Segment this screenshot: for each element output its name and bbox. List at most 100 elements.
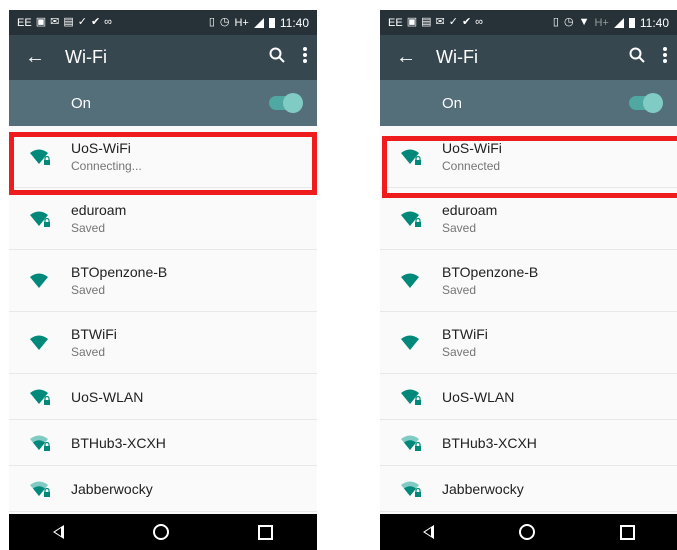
network-ssid: Jabberwocky <box>442 480 524 497</box>
nav-home-icon[interactable] <box>152 524 169 540</box>
network-row[interactable]: eduroam Saved <box>9 188 317 250</box>
page-title: Wi-Fi <box>436 47 478 67</box>
network-row[interactable]: BTWiFi Saved <box>380 312 677 374</box>
network-row[interactable]: BTHub3-XCXH <box>9 420 317 466</box>
wifi-locked-icon <box>380 388 442 406</box>
message-icon: ▣ <box>406 16 418 28</box>
alarm-icon: ◷ <box>563 16 574 28</box>
vibrate-icon: ▯ <box>208 16 215 28</box>
check-icon: ✓ <box>448 16 458 28</box>
network-row[interactable]: UoS-WiFi Connected <box>380 126 677 188</box>
nav-home-icon[interactable] <box>518 524 535 540</box>
network-ssid: eduroam <box>71 202 127 218</box>
wifi-icon <box>380 334 442 352</box>
more-options-icon[interactable] <box>303 47 307 68</box>
network-row[interactable]: BTOpenzone-B Saved <box>380 250 677 312</box>
network-ssid: BTHub3-XCXH <box>442 434 537 451</box>
phone-screenshot-connected: EE ▣ ▤ ✉ ✓ ✔ ∞ ▯ ◷ ▼ H+ 11:40 ← Wi-Fi On… <box>380 10 677 550</box>
voicemail-icon: ∞ <box>475 16 483 28</box>
network-ssid: BTOpenzone-B <box>442 264 539 280</box>
wifi-locked-icon <box>9 434 71 452</box>
wifi-switch-label: On <box>442 94 463 112</box>
wifi-locked-icon <box>9 480 71 498</box>
nav-recents-icon[interactable] <box>619 524 635 540</box>
wifi-locked-icon <box>380 434 442 452</box>
network-status: Connecting... <box>71 159 142 173</box>
network-row[interactable]: UoS-WLAN <box>380 374 677 420</box>
network-row[interactable]: Jabberwocky <box>380 466 677 512</box>
clock: 11:40 <box>639 15 669 30</box>
network-status: Saved <box>442 283 477 297</box>
network-row[interactable]: BTHub3-XCXH <box>380 420 677 466</box>
search-icon[interactable] <box>629 47 645 68</box>
network-ssid: BTOpenzone-B <box>71 264 168 280</box>
check-icon: ✓ <box>77 16 87 28</box>
network-row[interactable]: UoS-WLAN <box>9 374 317 420</box>
email-icon: ✉ <box>435 16 445 28</box>
wifi-locked-icon <box>9 388 71 406</box>
network-row[interactable]: Jabberwocky <box>9 466 317 512</box>
clock: 11:40 <box>279 15 309 30</box>
network-ssid: Jabberwocky <box>71 480 153 497</box>
network-row[interactable]: BTOpenzone-B Saved <box>9 250 317 312</box>
wifi-toggle[interactable] <box>629 93 663 113</box>
network-status: Saved <box>71 345 106 359</box>
nav-recents-icon[interactable] <box>257 524 273 540</box>
wifi-locked-icon <box>9 148 71 166</box>
wifi-status-icon: ▼ <box>578 16 590 28</box>
network-row[interactable]: BTWiFi Saved <box>9 312 317 374</box>
wifi-locked-icon <box>380 480 442 498</box>
vibrate-icon: ▯ <box>552 16 559 28</box>
network-status: Connected <box>442 159 501 173</box>
battery-icon <box>628 17 635 28</box>
wifi-locked-icon <box>380 148 442 166</box>
app-toolbar: ← Wi-Fi <box>9 35 317 80</box>
network-ssid: UoS-WiFi <box>442 140 502 156</box>
email-icon: ✉ <box>50 16 60 28</box>
search-icon[interactable] <box>269 47 285 68</box>
network-type-label: H+ <box>594 16 609 29</box>
app-toolbar: ← Wi-Fi <box>380 35 677 80</box>
network-row[interactable]: UoS-WiFi Connecting... <box>9 126 317 188</box>
alarm-icon: ◷ <box>219 16 230 28</box>
check-icon: ✔ <box>461 16 472 28</box>
navigation-bar <box>9 514 317 550</box>
wifi-icon <box>9 334 71 352</box>
network-status: Saved <box>442 221 477 235</box>
signal-icon <box>613 17 624 28</box>
page-title: Wi-Fi <box>65 47 107 67</box>
wifi-locked-icon <box>9 210 71 228</box>
status-bar: EE ▣ ✉ ▤ ✓ ✔ ∞ ▯ ◷ H+ 11:40 <box>9 10 317 35</box>
battery-icon <box>268 17 275 28</box>
network-row[interactable]: eduroam Saved <box>380 188 677 250</box>
more-options-icon[interactable] <box>663 47 667 68</box>
network-ssid: BTWiFi <box>71 326 117 342</box>
nav-back-icon[interactable] <box>53 525 65 539</box>
wifi-locked-icon <box>380 210 442 228</box>
voicemail-icon: ∞ <box>104 16 112 28</box>
network-ssid: UoS-WiFi <box>71 140 131 156</box>
network-status: Saved <box>71 283 106 297</box>
nav-back-icon[interactable] <box>422 525 434 539</box>
network-status: Saved <box>71 221 106 235</box>
image-icon: ▤ <box>63 16 74 28</box>
carrier-label: EE <box>388 16 403 29</box>
wifi-toggle[interactable] <box>269 93 303 113</box>
network-list: UoS-WiFi Connected eduroam Saved BTOpenzone-… <box>380 126 677 512</box>
status-bar: EE ▣ ▤ ✉ ✓ ✔ ∞ ▯ ◷ ▼ H+ 11:40 <box>380 10 677 35</box>
wifi-master-switch-bar[interactable]: On <box>380 80 677 126</box>
back-arrow-icon[interactable]: ← <box>25 46 65 69</box>
carrier-label: EE <box>17 16 32 29</box>
network-list: UoS-WiFi Connecting... eduroam Saved BTOpenz… <box>9 126 317 512</box>
wifi-master-switch-bar[interactable]: On <box>9 80 317 126</box>
network-ssid: eduroam <box>442 202 498 218</box>
network-status: Saved <box>442 345 477 359</box>
wifi-icon <box>9 272 71 290</box>
network-ssid: BTWiFi <box>442 326 488 342</box>
signal-icon <box>253 17 264 28</box>
network-type-label: H+ <box>234 16 249 29</box>
message-icon: ▣ <box>35 16 47 28</box>
back-arrow-icon[interactable]: ← <box>396 46 436 69</box>
phone-screenshot-connecting: EE ▣ ✉ ▤ ✓ ✔ ∞ ▯ ◷ H+ 11:40 ← Wi-Fi On U… <box>9 10 317 550</box>
network-ssid: UoS-WLAN <box>442 388 515 405</box>
